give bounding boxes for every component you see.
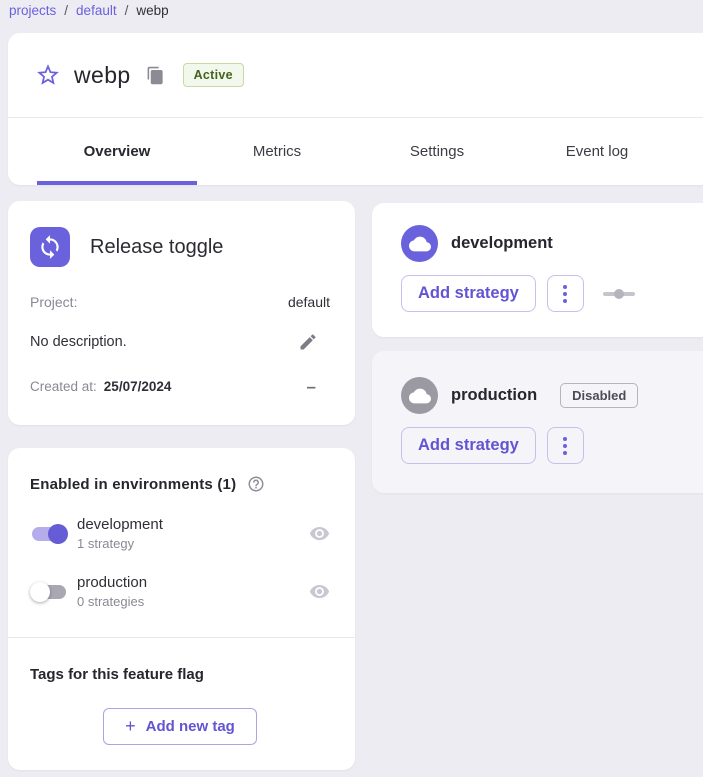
project-row: Project: default — [30, 294, 330, 310]
edit-pencil-icon[interactable] — [298, 332, 318, 352]
add-strategy-button[interactable]: Add strategy — [401, 427, 536, 464]
tab-overview[interactable]: Overview — [37, 118, 197, 185]
description-row: No description. — [30, 332, 330, 352]
panel-divider — [8, 637, 355, 638]
cloud-environment-icon — [401, 377, 438, 414]
production-strategy-card: production Disabled Add strategy — [372, 351, 703, 493]
production-card-actions: Add strategy — [401, 427, 703, 464]
environment-strategy-count: 1 strategy — [77, 536, 163, 551]
add-strategy-button[interactable]: Add strategy — [401, 275, 536, 312]
tab-bar: Overview Metrics Settings Event log — [8, 118, 703, 185]
environments-panel: Enabled in environments (1) development … — [8, 448, 355, 770]
development-strategy-card: development Add strategy — [372, 203, 703, 337]
description-text: No description. — [30, 334, 127, 350]
created-row: Created at: 25/07/2024 – — [30, 378, 330, 395]
drag-handle-icon — [603, 288, 635, 299]
development-toggle[interactable] — [30, 524, 68, 544]
breadcrumb-link-default[interactable]: default — [76, 3, 117, 18]
created-value: 25/07/2024 — [104, 379, 172, 394]
help-circle-icon[interactable] — [247, 475, 265, 493]
add-new-tag-button[interactable]: + Add new tag — [103, 708, 257, 745]
environment-strategy-count: 0 strategies — [77, 594, 147, 609]
production-toggle[interactable] — [30, 582, 68, 602]
project-value: default — [288, 294, 330, 310]
kebab-menu-icon[interactable] — [547, 427, 584, 464]
feature-header: webp Active — [8, 33, 703, 118]
development-card-actions: Add strategy — [401, 275, 703, 312]
breadcrumb: projects / default / webp — [9, 3, 169, 18]
environments-panel-title: Enabled in environments (1) — [30, 476, 236, 493]
feature-type-label: Release toggle — [90, 236, 223, 259]
tab-event-log[interactable]: Event log — [517, 118, 677, 185]
kebab-menu-icon[interactable] — [547, 275, 584, 312]
page-title: webp — [74, 62, 131, 89]
environment-row-texts: development 1 strategy — [77, 516, 163, 551]
release-toggle-loop-icon — [30, 227, 70, 267]
environment-name: production — [77, 574, 147, 591]
visibility-eye-icon[interactable] — [309, 581, 330, 602]
breadcrumb-current: webp — [136, 3, 168, 18]
development-card-header: development — [401, 225, 703, 262]
feature-meta-card: Release toggle Project: default No descr… — [8, 201, 355, 425]
feature-type-row: Release toggle — [30, 227, 330, 267]
environment-row-texts: production 0 strategies — [77, 574, 147, 609]
add-new-tag-label: Add new tag — [146, 718, 235, 735]
project-label: Project: — [30, 294, 77, 310]
copy-icon[interactable] — [146, 66, 165, 85]
tab-settings[interactable]: Settings — [357, 118, 517, 185]
breadcrumb-link-projects[interactable]: projects — [9, 3, 56, 18]
production-card-header: production Disabled — [401, 377, 703, 414]
feature-header-card: webp Active Overview Metrics Settings Ev… — [8, 33, 703, 185]
favorite-star-icon[interactable] — [35, 62, 61, 88]
plus-icon: + — [125, 716, 136, 737]
breadcrumb-separator: / — [64, 3, 68, 18]
breadcrumb-separator: / — [125, 3, 129, 18]
environment-card-name: production — [451, 386, 537, 405]
created-label: Created at: — [30, 379, 97, 394]
tab-metrics[interactable]: Metrics — [197, 118, 357, 185]
environment-row-development: development 1 strategy — [30, 516, 330, 551]
tags-panel-title: Tags for this feature flag — [30, 666, 330, 683]
disabled-badge: Disabled — [560, 383, 638, 408]
environment-card-name: development — [451, 234, 553, 253]
environment-name: development — [77, 516, 163, 533]
visibility-eye-icon[interactable] — [309, 523, 330, 544]
environment-row-production: production 0 strategies — [30, 574, 330, 609]
status-badge: Active — [183, 63, 244, 87]
environments-panel-header: Enabled in environments (1) — [30, 475, 330, 493]
collapse-button[interactable]: – — [307, 378, 316, 395]
feature-flag-page: projects / default / webp webp Active Ov… — [0, 0, 703, 777]
cloud-environment-icon — [401, 225, 438, 262]
